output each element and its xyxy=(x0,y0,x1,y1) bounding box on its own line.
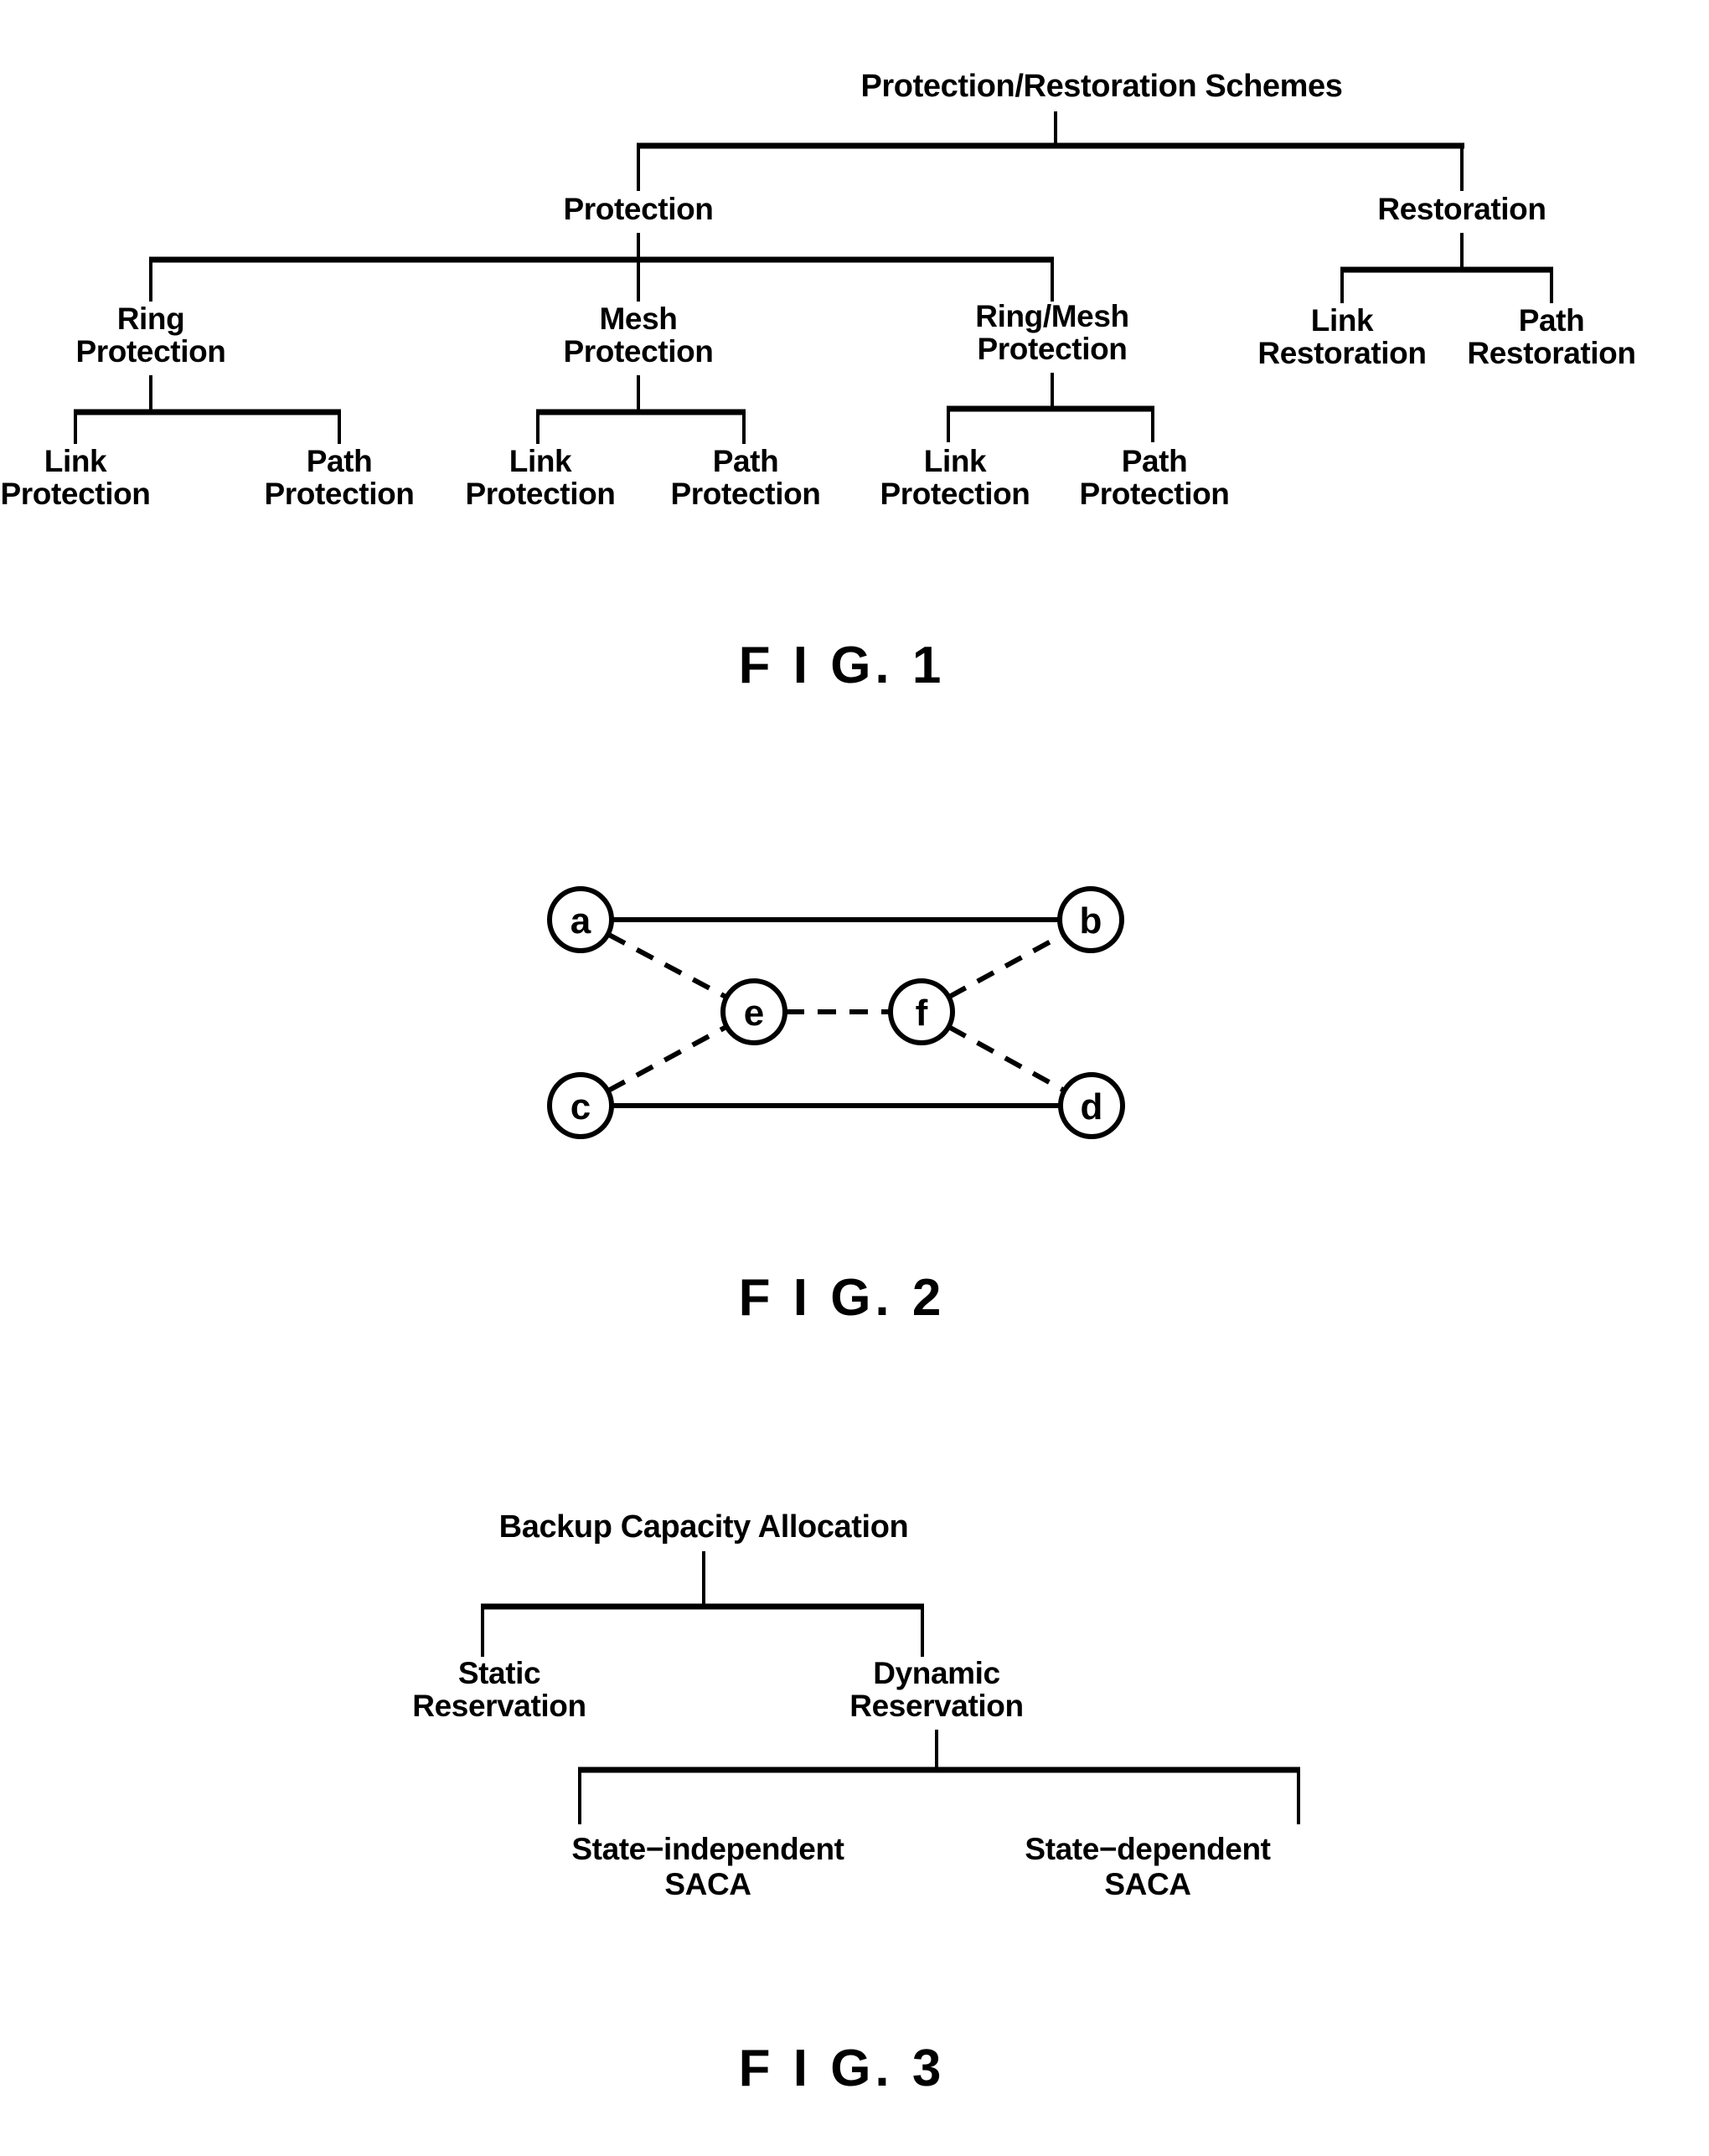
fig2-node-c: c xyxy=(547,1072,614,1139)
fig1-restoration-label: Restoration xyxy=(1377,192,1546,226)
fig1-caption: F I G. 1 xyxy=(739,637,946,694)
fig2-node-e-label: e xyxy=(744,993,764,1034)
figure-3-group: Backup Capacity Allocation Static Reserv… xyxy=(412,1509,1300,2097)
fig2-node-a: a xyxy=(547,886,614,953)
fig3-static-label-line2: Reservation xyxy=(412,1689,586,1723)
fig1-ringmesh-path-label-line2: Protection xyxy=(1080,477,1230,511)
fig1-ringmesh-protection-label-line2: Protection xyxy=(978,332,1128,366)
fig2-node-d: d xyxy=(1058,1072,1125,1139)
fig1-mesh-link-label-line2: Protection xyxy=(466,477,616,511)
fig2-node-b-label: b xyxy=(1080,900,1102,941)
fig1-ring-path-label-line1: Path xyxy=(307,444,373,478)
fig3-dynamic-label-line1: Dynamic xyxy=(873,1656,999,1690)
fig1-path-restoration-label-line2: Restoration xyxy=(1467,336,1635,370)
fig1-mesh-path-label-line2: Protection xyxy=(671,477,821,511)
fig1-mesh-link-label-line1: Link xyxy=(509,444,572,478)
fig1-link-restoration-label-line1: Link xyxy=(1311,303,1374,338)
fig1-mesh-protection-label-line1: Mesh xyxy=(600,302,678,336)
fig2-node-e: e xyxy=(720,978,787,1045)
fig1-ring-link-label-line1: Link xyxy=(44,444,107,478)
fig1-root-label: Protection/Restoration Schemes xyxy=(860,69,1342,104)
fig3-root-label: Backup Capacity Allocation xyxy=(499,1509,909,1545)
figure-2-group: a b c d e f F I G. 2 xyxy=(547,886,1125,1327)
fig2-node-c-label: c xyxy=(571,1086,591,1127)
fig3-caption: F I G. 3 xyxy=(739,2040,946,2097)
figures-canvas: Protection/Restoration Schemes Protectio… xyxy=(1,69,1636,2097)
fig2-node-d-label: d xyxy=(1081,1086,1103,1127)
fig1-path-restoration-label-line1: Path xyxy=(1519,303,1585,338)
fig2-node-f: f xyxy=(888,978,955,1045)
fig3-state-independent-label-line2: SACA xyxy=(664,1867,751,1901)
fig3-state-dependent-label-line1: State−dependent xyxy=(1025,1832,1270,1866)
fig2-node-a-label: a xyxy=(571,900,591,941)
fig3-static-label-line1: Static xyxy=(458,1656,540,1690)
fig1-ring-protection-label-line2: Protection xyxy=(76,334,226,369)
figure-1-group: Protection/Restoration Schemes Protectio… xyxy=(1,69,1636,694)
fig1-ring-link-label-line2: Protection xyxy=(1,477,151,511)
fig3-dynamic-label-line2: Reservation xyxy=(849,1689,1023,1723)
fig1-link-restoration-label-line2: Restoration xyxy=(1257,336,1426,370)
fig1-ringmesh-link-label-line2: Protection xyxy=(880,477,1030,511)
fig1-ringmesh-link-label-line1: Link xyxy=(924,444,987,478)
fig2-caption: F I G. 2 xyxy=(739,1269,946,1327)
fig1-mesh-path-label-line1: Path xyxy=(713,444,779,478)
fig1-ring-protection-label-line1: Ring xyxy=(117,302,185,336)
fig3-state-dependent-label-line2: SACA xyxy=(1104,1867,1190,1901)
fig2-node-f-label: f xyxy=(916,993,928,1034)
fig1-mesh-protection-label-line2: Protection xyxy=(564,334,714,369)
fig1-ring-path-label-line2: Protection xyxy=(265,477,415,511)
fig1-ringmesh-protection-label-line1: Ring/Mesh xyxy=(975,299,1128,333)
patent-figure-sheet: Protection/Restoration Schemes Protectio… xyxy=(0,0,1709,2156)
fig1-ringmesh-path-label-line1: Path xyxy=(1122,444,1188,478)
fig3-state-independent-label-line1: State−independent xyxy=(571,1832,844,1866)
fig1-protection-label: Protection xyxy=(564,192,714,226)
fig2-node-b: b xyxy=(1057,886,1124,953)
